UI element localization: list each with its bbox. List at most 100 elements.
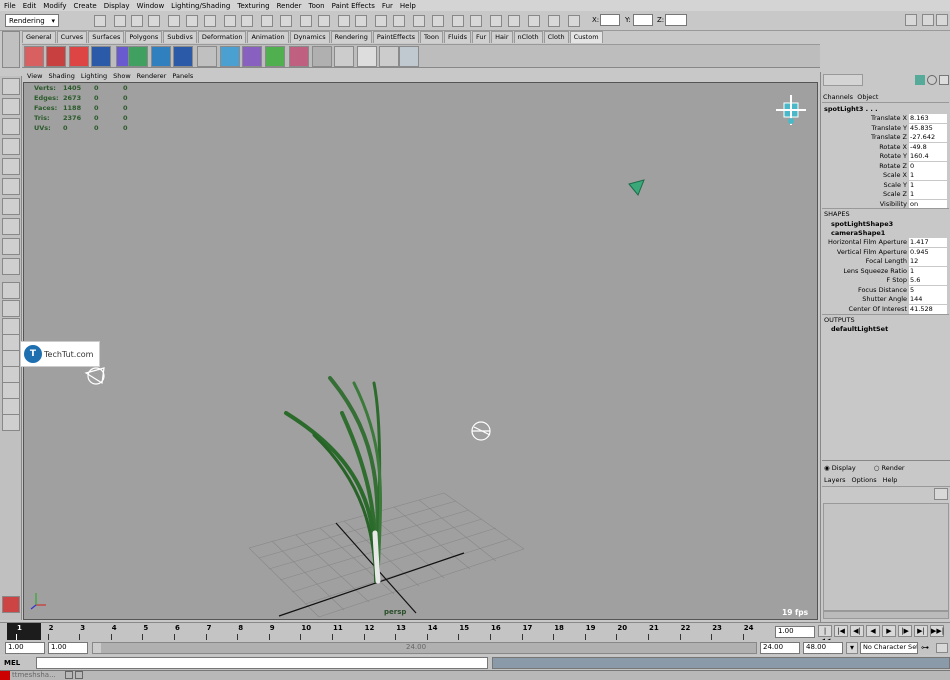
- channel-name[interactable]: Translate Y: [871, 124, 907, 132]
- lock-icon[interactable]: [393, 15, 406, 27]
- show-manip-icon[interactable]: [2, 238, 20, 255]
- shelf-tab-subdivs[interactable]: Subdivs: [163, 31, 197, 43]
- shelf-button-all[interactable]: [91, 46, 112, 67]
- channel-value-field[interactable]: 1: [909, 180, 947, 190]
- app-icon[interactable]: [0, 671, 10, 680]
- play-back-icon[interactable]: ◀: [866, 625, 880, 637]
- universal-manip-icon[interactable]: [2, 198, 20, 215]
- channel-value-field[interactable]: 5.6: [909, 276, 947, 285]
- layout-persp-icon[interactable]: [2, 334, 20, 351]
- range-start-handle[interactable]: [93, 643, 101, 653]
- layout-outliner-icon[interactable]: [2, 350, 20, 367]
- shelf-button-fn[interactable]: [128, 46, 149, 67]
- taskbar-item[interactable]: ttmeshsha...: [12, 671, 56, 679]
- channel-value-field[interactable]: 5: [909, 285, 947, 295]
- channel-name[interactable]: F Stop: [886, 276, 907, 284]
- channel-name[interactable]: Focal Length: [866, 257, 907, 265]
- select-mode-icon[interactable]: [413, 15, 426, 27]
- shelf-button-ft[interactable]: [68, 46, 89, 67]
- shelf-button-tool-14[interactable]: [334, 46, 355, 67]
- shelf-button-cam[interactable]: [197, 46, 218, 67]
- render-frame-icon[interactable]: [318, 15, 331, 27]
- channel-value-field[interactable]: 1: [909, 190, 947, 199]
- layout-single-icon[interactable]: [2, 300, 20, 317]
- shelf-button-all[interactable]: [172, 46, 193, 67]
- shelf-button-tool-12[interactable]: [289, 46, 310, 67]
- lasso-tool-icon[interactable]: [2, 98, 20, 115]
- channel-value-field[interactable]: 0.945: [909, 247, 947, 257]
- menu-lighting-shading[interactable]: Lighting/Shading: [171, 2, 230, 10]
- help-menu-item[interactable]: Help: [883, 476, 898, 484]
- channel-name[interactable]: Vertical Film Aperture: [837, 248, 907, 256]
- playback-end-field[interactable]: 24.00: [760, 642, 800, 654]
- shelf-button-mel[interactable]: [356, 46, 377, 67]
- x-field[interactable]: [600, 14, 620, 26]
- tool-settings-icon[interactable]: [922, 14, 934, 26]
- menu-set-select[interactable]: Rendering ▾: [5, 14, 59, 27]
- preferences-icon[interactable]: [936, 643, 948, 653]
- shelf-tab-painteffects[interactable]: PaintEffects: [372, 31, 420, 43]
- channel-name[interactable]: Focus Distance: [858, 286, 907, 294]
- range-slider[interactable]: 24.00: [92, 642, 757, 654]
- last-tool-icon[interactable]: [2, 258, 20, 275]
- z-field[interactable]: [665, 14, 687, 26]
- character-set-chevron-icon[interactable]: ▾: [846, 642, 858, 654]
- character-set-field[interactable]: No Character Set: [860, 642, 918, 654]
- shape-node-2[interactable]: cameraShape1: [831, 229, 885, 237]
- graph-icon[interactable]: [508, 15, 521, 27]
- current-time-field[interactable]: 1.00: [775, 626, 815, 638]
- outliner-icon[interactable]: [528, 15, 541, 27]
- shelf-menu-button[interactable]: [2, 31, 20, 68]
- soft-mod-icon[interactable]: [2, 218, 20, 235]
- menu-display[interactable]: Display: [104, 2, 130, 10]
- channel-name[interactable]: Scale X: [883, 171, 907, 179]
- channel-box-mode-buttons[interactable]: [823, 74, 863, 86]
- channel-name[interactable]: Center Of Interest: [849, 305, 907, 313]
- new-scene-icon[interactable]: [93, 15, 106, 27]
- channel-value-field[interactable]: -27.642: [909, 133, 947, 142]
- perspective-viewport[interactable]: Verts: 1405 0 0 Edges: 2673 0 0 Faces: 1188 0 0 Tris…: [23, 82, 818, 620]
- hypershade-icon[interactable]: [374, 15, 387, 27]
- render-globals-icon[interactable]: [568, 15, 580, 27]
- channel-name[interactable]: Rotate X: [879, 143, 907, 151]
- shelf-tab-custom[interactable]: Custom: [569, 31, 603, 43]
- layers-menu-item[interactable]: Layers: [824, 476, 846, 484]
- playback-start-field[interactable]: 1.00: [48, 642, 88, 654]
- viewport-menu-lighting[interactable]: Lighting: [81, 72, 107, 82]
- options-menu-item[interactable]: Options: [852, 476, 877, 484]
- snap-surface-icon[interactable]: [261, 15, 274, 27]
- object-menu-item[interactable]: Object: [857, 93, 878, 101]
- ipr-render-icon[interactable]: [337, 15, 350, 27]
- go-to-end-icon[interactable]: ▶▶|: [930, 625, 944, 637]
- channel-name[interactable]: Lens Squeeze Ratio: [843, 267, 907, 275]
- hypergraph-icon[interactable]: [548, 15, 561, 27]
- step-forward-key-icon[interactable]: ▶|: [914, 625, 928, 637]
- command-input[interactable]: [36, 657, 488, 669]
- shelf-button-cp[interactable]: [46, 46, 67, 67]
- input-line-icon[interactable]: [451, 15, 464, 27]
- current-frame-marker[interactable]: [7, 623, 41, 640]
- menu-modify[interactable]: Modify: [43, 2, 66, 10]
- channel-value-field[interactable]: -49.8: [909, 142, 947, 152]
- viewport-menu-renderer[interactable]: Renderer: [137, 72, 167, 82]
- menu-texturing[interactable]: Texturing: [237, 2, 269, 10]
- step-back-key-icon[interactable]: |◀: [834, 625, 848, 637]
- layout-four-icon[interactable]: [2, 318, 20, 335]
- menu-edit[interactable]: Edit: [23, 2, 37, 10]
- toggle-icon[interactable]: [927, 75, 937, 85]
- menu-paint-effects[interactable]: Paint Effects: [332, 2, 375, 10]
- select-object-icon[interactable]: [167, 15, 180, 27]
- shelf-tab-fur[interactable]: Fur: [471, 31, 491, 43]
- output-node-1[interactable]: defaultLightSet: [831, 325, 888, 333]
- y-field[interactable]: [633, 14, 653, 26]
- channel-name[interactable]: Visibility: [880, 200, 907, 208]
- open-scene-icon[interactable]: [113, 15, 126, 27]
- move-tool-icon[interactable]: [2, 138, 20, 155]
- auto-key-icon[interactable]: ⊶: [921, 643, 933, 653]
- channel-value-field[interactable]: 1: [909, 266, 947, 276]
- shelf-tab-polygons[interactable]: Polygons: [125, 31, 163, 43]
- go-to-start-icon[interactable]: |◀◀: [818, 625, 832, 645]
- channel-value-field[interactable]: 8.163: [909, 114, 947, 123]
- shelf-tab-general[interactable]: General: [22, 31, 56, 43]
- shelf-tab-cloth[interactable]: Cloth: [543, 31, 569, 43]
